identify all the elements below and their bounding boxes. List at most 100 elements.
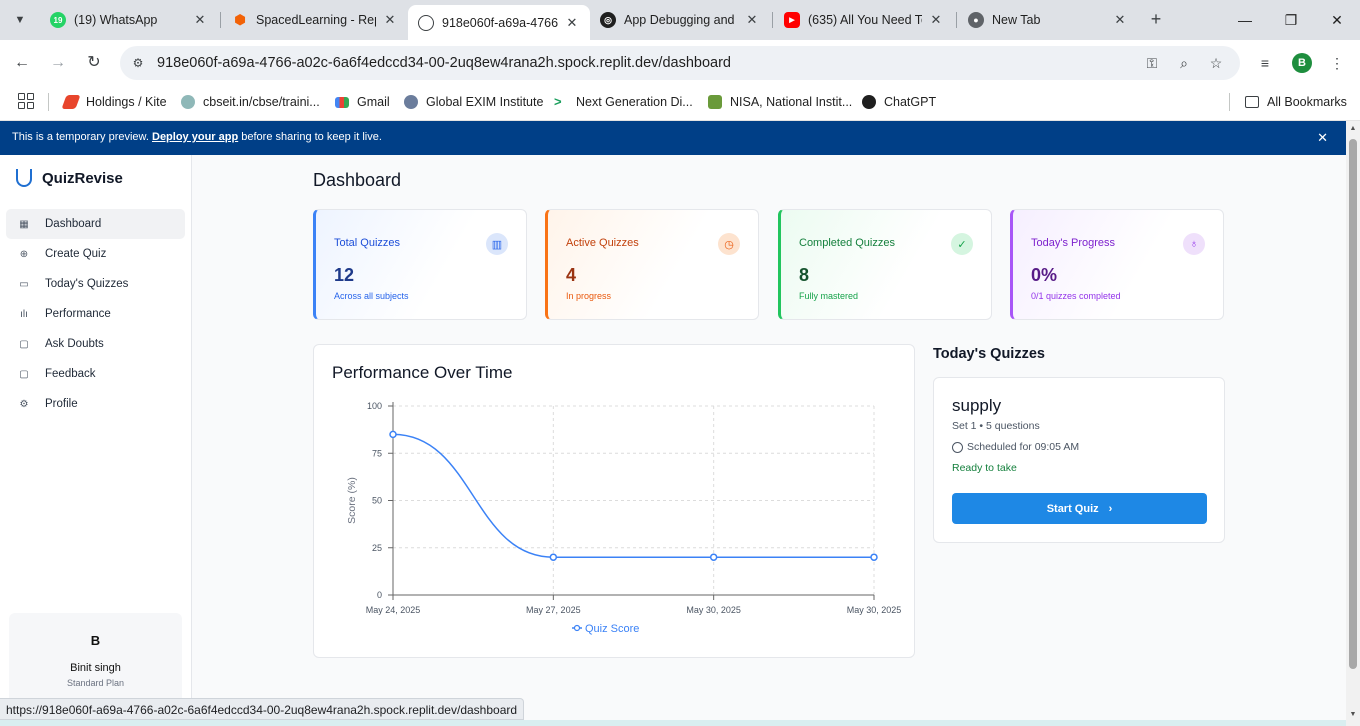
url-text[interactable]: 918e060f-a69a-4766-a02c-6a6f4edccd34-00-…: [157, 55, 731, 71]
quiz-name: supply: [952, 396, 1002, 415]
legend-swatch-dot: [573, 624, 581, 632]
message-icon: ▢: [19, 368, 29, 380]
deploy-link[interactable]: Deploy your app: [152, 131, 238, 143]
bookmark-star-icon[interactable]: ☆: [1206, 53, 1226, 73]
arrow-icon: >: [554, 94, 562, 109]
brand-name: QuizRevise: [42, 169, 123, 187]
scroll-up-icon[interactable]: ▲: [1346, 125, 1360, 132]
preview-banner: This is a temporary preview. Deploy your…: [0, 121, 1346, 155]
close-window-icon[interactable]: ✕: [1322, 8, 1352, 32]
data-point: [549, 553, 558, 561]
all-bookmarks-button[interactable]: All Bookmarks: [1245, 92, 1347, 112]
tab-spacedlearning[interactable]: ⬢ SpacedLearning - Rep ✕: [222, 6, 408, 34]
close-tab-icon[interactable]: ✕: [382, 12, 398, 28]
sidebar-item-ask-doubts[interactable]: ▢ Ask Doubts: [6, 329, 185, 359]
banner-text: This is a temporary preview.: [12, 131, 149, 143]
x-tick-label: May 30, 2025: [686, 605, 741, 615]
y-tick-label: 50: [372, 496, 382, 506]
stat-value: 4: [566, 265, 577, 285]
bookmark-next-generation[interactable]: > Next Generation Di...: [554, 92, 693, 112]
globe-icon: [181, 95, 195, 109]
bookmark-gmail[interactable]: Gmail: [335, 92, 390, 112]
gear-icon: ⚙: [19, 398, 29, 410]
close-tab-icon[interactable]: ✕: [1112, 12, 1128, 28]
book-icon: ▭: [19, 278, 29, 290]
sidebar-item-label: Today's Quizzes: [45, 278, 129, 290]
stat-label: Total Quizzes: [334, 237, 401, 249]
folder-icon: [1245, 96, 1259, 108]
scrollbar-thumb[interactable]: [1349, 139, 1357, 669]
back-icon[interactable]: ←: [9, 50, 35, 76]
minimize-icon[interactable]: —: [1230, 8, 1260, 32]
start-quiz-button[interactable]: Start Quiz ›: [952, 493, 1207, 524]
close-tab-icon[interactable]: ✕: [564, 15, 580, 31]
close-tab-icon[interactable]: ✕: [192, 12, 208, 28]
quiz-meta: Set 1 • 5 questions: [952, 420, 1040, 432]
address-bar[interactable]: ⚙ 918e060f-a69a-4766-a02c-6a6f4edccd34-0…: [120, 46, 1240, 80]
sidebar-item-create-quiz[interactable]: ⊕ Create Quiz: [6, 239, 185, 269]
page-scrollbar[interactable]: ▲ ▼: [1346, 121, 1360, 726]
bottom-strip: [0, 720, 1346, 726]
bookmark-nisa[interactable]: NISA, National Instit...: [708, 92, 852, 112]
close-tab-icon[interactable]: ✕: [928, 12, 944, 28]
bookmark-label: ChatGPT: [884, 95, 937, 109]
youtube-icon: ▶: [784, 12, 800, 28]
close-tab-icon[interactable]: ✕: [744, 12, 760, 28]
forward-icon[interactable]: →: [45, 50, 71, 76]
bookmark-global-exim[interactable]: Global EXIM Institute: [404, 92, 543, 112]
tab-app-debugging[interactable]: ◎ App Debugging and ✕: [590, 6, 770, 34]
award-icon: ♁: [1183, 233, 1205, 255]
y-axis-label: Score (%): [346, 477, 358, 524]
bookmark-chatgpt[interactable]: ChatGPT: [862, 92, 936, 112]
chrome-icon: ●: [968, 12, 984, 28]
app-viewport: QuizRevise ▦ Dashboard ⊕ Create Quiz ▭ T…: [0, 155, 1346, 726]
bookmark-holdings-kite[interactable]: Holdings / Kite: [61, 92, 167, 112]
tab-title: (19) WhatsApp: [74, 13, 158, 27]
quiz-schedule: Scheduled for 09:05 AM: [952, 441, 1079, 453]
sidebar: QuizRevise ▦ Dashboard ⊕ Create Quiz ▭ T…: [0, 155, 192, 726]
sidebar-item-performance[interactable]: ılı Performance: [6, 299, 185, 329]
zoom-icon[interactable]: ⌕: [1174, 53, 1194, 73]
chatgpt-icon: ◎: [600, 12, 616, 28]
sidebar-item-todays-quizzes[interactable]: ▭ Today's Quizzes: [6, 269, 185, 299]
close-banner-icon[interactable]: ✕: [1317, 130, 1328, 146]
performance-card: Performance Over Time 0 25 50 75 100 May 24, …: [313, 344, 915, 658]
tab-title: (635) All You Need To: [808, 13, 922, 27]
new-tab-icon[interactable]: +: [1144, 8, 1168, 32]
stat-sub: Across all subjects: [334, 291, 409, 301]
stat-value: 0%: [1031, 265, 1058, 285]
tab-title: SpacedLearning - Rep: [256, 13, 376, 27]
bookmark-cbseit[interactable]: cbseit.in/cbse/traini...: [181, 92, 320, 112]
scroll-down-icon[interactable]: ▼: [1346, 711, 1360, 718]
stat-sub: In progress: [566, 291, 612, 301]
message-icon: ▢: [19, 338, 29, 350]
todays-quizzes-title: Today's Quizzes: [933, 346, 1045, 362]
stat-sub: Fully mastered: [799, 291, 859, 301]
menu-kebab-icon[interactable]: ⋮: [1326, 52, 1348, 74]
profile-avatar[interactable]: B: [1292, 53, 1312, 73]
media-control-icon[interactable]: ≡: [1254, 52, 1276, 74]
tab-youtube[interactable]: ▶ (635) All You Need To ✕: [774, 6, 954, 34]
restore-icon[interactable]: ❐: [1276, 8, 1306, 32]
site-settings-icon[interactable]: ⚙: [128, 53, 148, 73]
browser-tabstrip: ▼ 19 (19) WhatsApp ✕ ⬢ SpacedLearning - …: [0, 0, 1360, 40]
clock-icon: ◷: [718, 233, 740, 255]
tab-active-app[interactable]: 918e060f-a69a-4766- ✕: [408, 5, 590, 40]
password-key-icon[interactable]: ⚿: [1142, 53, 1162, 73]
legend-label: Quiz Score: [585, 623, 639, 635]
reload-icon[interactable]: ↻: [81, 50, 107, 76]
brand-logo[interactable]: QuizRevise: [16, 169, 123, 187]
tab-whatsapp[interactable]: 19 (19) WhatsApp ✕: [40, 6, 218, 34]
y-tick-label: 75: [372, 448, 382, 458]
bookmarks-bar: Holdings / Kite cbseit.in/cbse/traini...…: [0, 86, 1360, 121]
banner-text-after: before sharing to keep it live.: [241, 131, 382, 143]
bookmark-label: Holdings / Kite: [86, 95, 167, 109]
page-title: Dashboard: [313, 170, 402, 190]
sidebar-item-dashboard[interactable]: ▦ Dashboard: [6, 209, 185, 239]
sidebar-item-feedback[interactable]: ▢ Feedback: [6, 359, 185, 389]
tab-new-tab[interactable]: ● New Tab ✕: [958, 6, 1138, 34]
tab-search-icon[interactable]: ▼: [8, 8, 32, 32]
stat-value: 8: [799, 265, 810, 285]
sidebar-item-profile[interactable]: ⚙ Profile: [6, 389, 185, 419]
apps-grid-icon[interactable]: [18, 93, 34, 109]
